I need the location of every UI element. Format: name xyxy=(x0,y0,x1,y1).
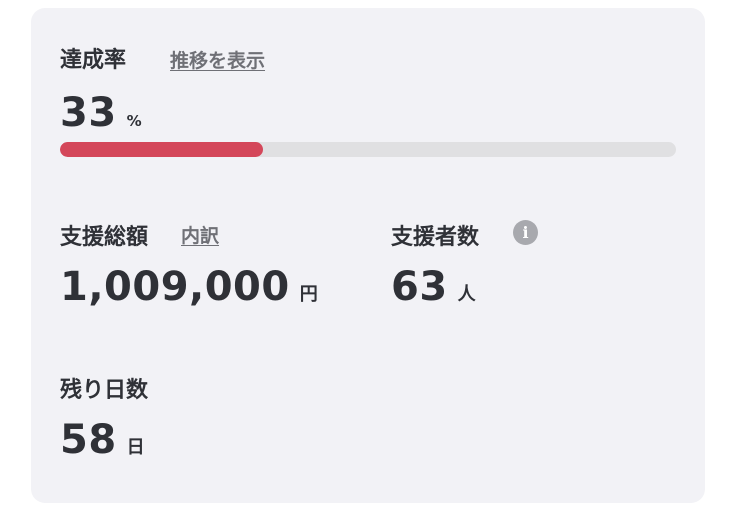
achievement-value-row: 33 % xyxy=(60,90,142,136)
total-amount-unit: 円 xyxy=(299,284,318,305)
achievement-unit: % xyxy=(126,112,142,130)
info-icon[interactable]: i xyxy=(513,220,538,245)
remaining-days-value-row: 58 日 xyxy=(60,417,145,463)
remaining-days-unit: 日 xyxy=(126,437,145,458)
supporters-value-row: 63 人 xyxy=(391,264,476,310)
achievement-value: 33 xyxy=(60,90,117,136)
total-amount-value: 1,009,000 xyxy=(60,264,290,310)
breakdown-link[interactable]: 内訳 xyxy=(181,221,219,248)
funding-stats-card: 達成率 推移を表示 33 % 支援総額 内訳 1,009,000 円 支援者数 … xyxy=(31,8,705,503)
supporters-label: 支援者数 xyxy=(391,225,480,250)
achievement-label: 達成率 xyxy=(60,48,127,73)
supporters-unit: 人 xyxy=(457,284,476,305)
achievement-progress-bar xyxy=(60,142,676,157)
show-trend-link[interactable]: 推移を表示 xyxy=(170,46,265,73)
remaining-days-label: 残り日数 xyxy=(60,378,149,403)
total-amount-label: 支援総額 xyxy=(60,225,149,250)
supporters-value: 63 xyxy=(391,264,448,310)
total-amount-value-row: 1,009,000 円 xyxy=(60,264,318,310)
achievement-progress-fill xyxy=(60,142,264,157)
remaining-days-value: 58 xyxy=(60,417,117,463)
